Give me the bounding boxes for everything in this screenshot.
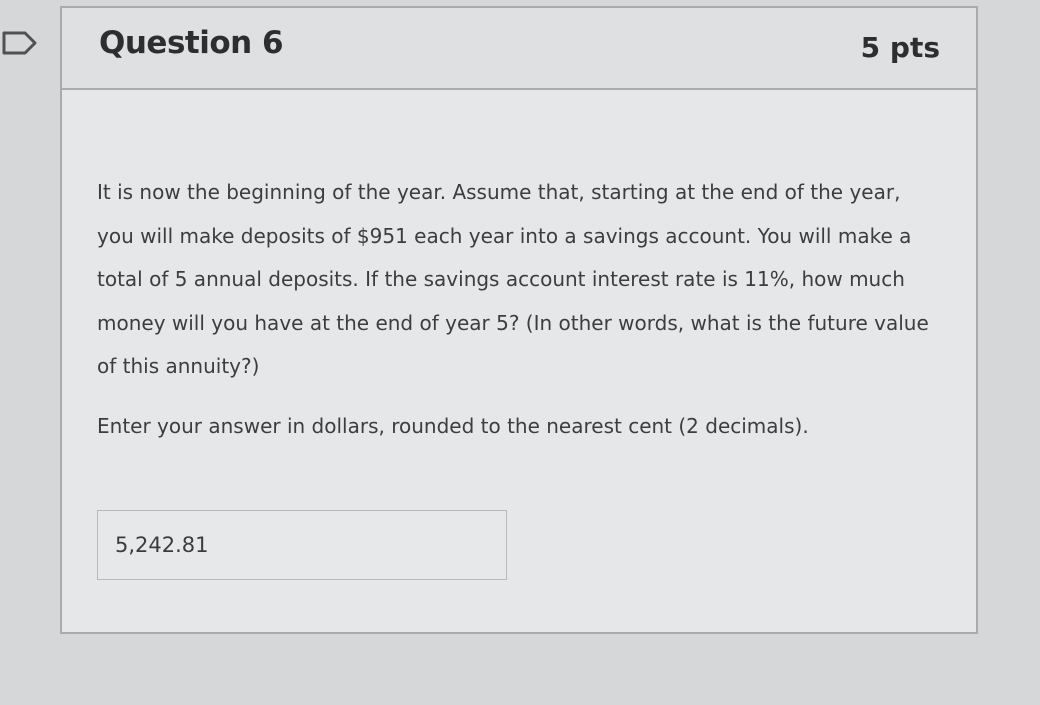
answer-input[interactable]: 5,242.81	[97, 510, 507, 580]
question-card: Question 6 5 pts It is now the beginning…	[60, 6, 978, 634]
question-text: It is now the beginning of the year. Ass…	[97, 180, 929, 378]
flag-question-icon[interactable]	[0, 28, 40, 58]
question-points: 5 pts	[860, 31, 940, 64]
answer-instructions: Enter your answer in dollars, rounded to…	[97, 414, 809, 438]
question-title: Question 6	[99, 25, 284, 61]
question-header: Question 6 5 pts	[62, 8, 976, 90]
